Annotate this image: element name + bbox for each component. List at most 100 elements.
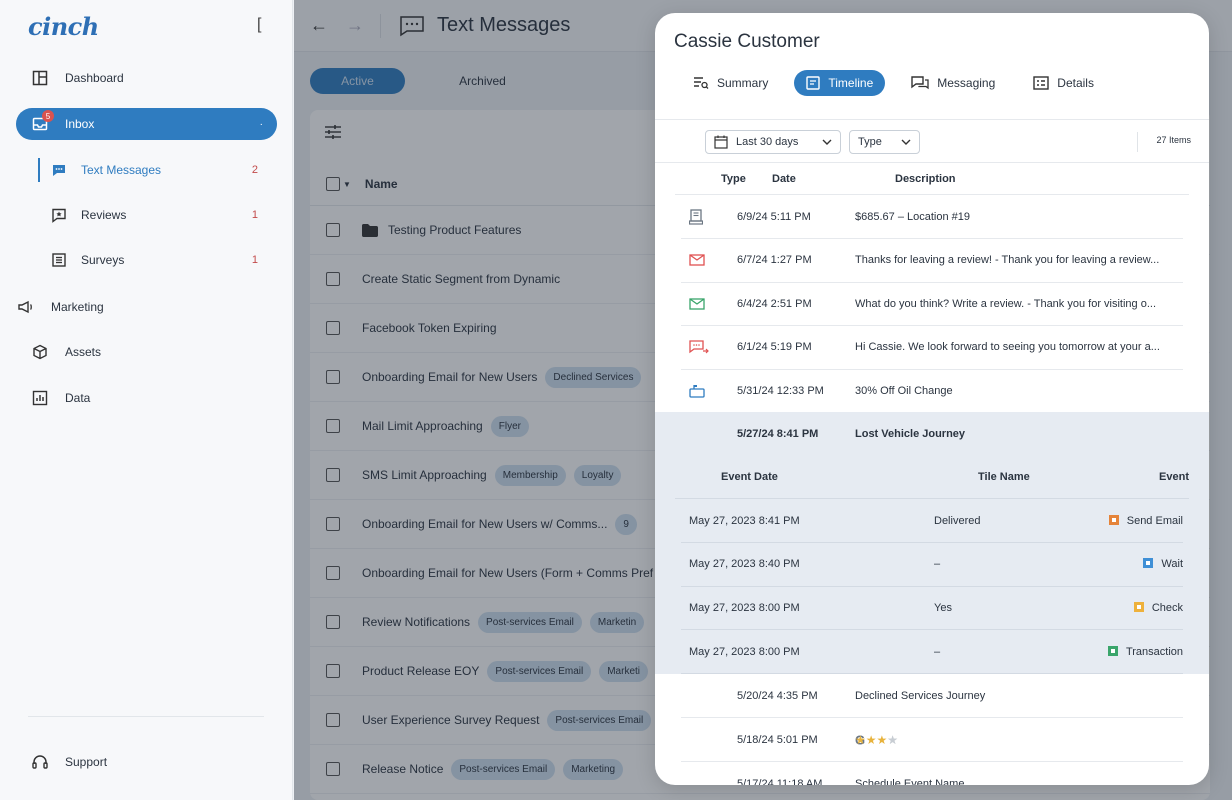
timeline-filter-bar: Last 30 days Type 27 Items — [655, 119, 1209, 163]
app: cinch [ Dashboard Inbox · 5 Text Message… — [0, 0, 1232, 800]
nav-support[interactable]: Support — [16, 746, 277, 778]
event-square-icon — [1107, 645, 1118, 656]
items-count: 27 Items — [1156, 135, 1191, 145]
sidebar: cinch [ Dashboard Inbox · 5 Text Message… — [0, 0, 293, 800]
nav-dashboard[interactable]: Dashboard — [16, 62, 277, 94]
inbox-badge: 5 — [42, 110, 54, 122]
chevron-down-icon — [822, 136, 832, 148]
event-label: Send Email — [1126, 514, 1183, 527]
email-icon — [689, 297, 705, 310]
details-icon — [1033, 76, 1049, 90]
timeline-row[interactable]: 5/17/24 11:18 AM Schedule Event Name — [681, 762, 1183, 786]
column-header-tile-name[interactable]: Tile Name — [978, 471, 1030, 483]
event-type: Send Email — [1108, 514, 1183, 527]
tile-name: – — [934, 558, 941, 571]
column-header-description[interactable]: Description — [895, 173, 956, 185]
tab-summary[interactable]: Summary — [681, 70, 780, 96]
divider — [1137, 132, 1138, 152]
event-type: Check — [1133, 601, 1183, 614]
star-rating: ★★★ ★ ★ — [855, 732, 899, 747]
event-type: Wait — [1143, 558, 1183, 570]
date-range-dropdown[interactable]: Last 30 days — [705, 130, 841, 154]
tile-name: – — [934, 645, 941, 658]
divider — [28, 716, 264, 717]
tab-details[interactable]: Details — [1021, 70, 1106, 96]
collapse-sidebar-icon[interactable]: [ — [257, 16, 261, 34]
sub-count: 1 — [251, 254, 258, 266]
row-description: $685.67 – Location #19 — [855, 210, 970, 223]
row-description: Hi Cassie. We look forward to seeing you… — [855, 341, 1160, 353]
nav-assets[interactable]: Assets — [16, 336, 277, 368]
logo[interactable]: cinch — [28, 12, 99, 41]
timeline-icon — [806, 76, 821, 90]
sub-count: 1 — [251, 209, 258, 221]
cube-icon — [30, 342, 50, 362]
nav-inbox[interactable]: Inbox · — [16, 108, 277, 140]
timeline-row[interactable]: 6/7/24 1:27 PM Thanks for leaving a revie… — [681, 239, 1183, 283]
nav-label: Inbox — [65, 117, 95, 131]
journey-event-row: May 27, 2023 8:41 PM Delivered Send Email — [681, 499, 1183, 543]
sub-label: Text Messages — [81, 163, 162, 177]
more-icon[interactable]: · — [260, 119, 263, 130]
row-date: 6/9/24 5:11 PM — [737, 210, 811, 223]
messaging-icon — [911, 76, 929, 90]
row-description: 30% Off Oil Change — [855, 384, 953, 397]
row-description: Schedule Event Name — [855, 777, 965, 786]
column-header-date[interactable]: Date — [772, 173, 796, 185]
timeline-row[interactable]: 5/31/24 12:33 PM 30% Off Oil Change — [681, 369, 1183, 413]
sidebar-item-text-messages[interactable]: Text Messages 2 — [38, 156, 268, 184]
nav-label: Data — [65, 391, 91, 405]
event-date: May 27, 2023 8:00 PM — [689, 601, 800, 614]
type-dropdown[interactable]: Type — [849, 130, 920, 154]
tab-timeline[interactable]: Timeline — [794, 70, 886, 96]
timeline-row[interactable]: 5/20/24 4:35 PM Declined Services Journey — [681, 674, 1183, 718]
journey-event-row: May 27, 2023 8:40 PM – Wait — [681, 543, 1183, 587]
event-type: Transaction — [1107, 645, 1183, 658]
journey-date: 5/27/24 8:41 PM — [737, 428, 819, 440]
tab-label: Timeline — [828, 76, 874, 90]
row-date: 5/18/24 5:01 PM — [737, 733, 818, 746]
headset-icon — [30, 752, 50, 772]
sub-count: 2 — [251, 164, 258, 176]
sidebar-item-surveys[interactable]: Surveys 1 — [38, 246, 268, 274]
sidebar-item-reviews[interactable]: Reviews 1 — [38, 201, 268, 229]
timeline-row[interactable]: 6/9/24 5:11 PM $685.67 – Location #19 — [681, 195, 1183, 239]
nav-data[interactable]: Data — [16, 382, 277, 414]
tile-name: Yes — [934, 601, 952, 614]
timeline-table-header: Type Date Description — [675, 163, 1189, 195]
mailbox-icon — [689, 384, 705, 398]
nav-label: Assets — [65, 345, 102, 359]
row-date: 6/4/24 2:51 PM — [737, 297, 812, 310]
column-header-event-date[interactable]: Event Date — [721, 471, 778, 483]
journey-events-header: Event Date Tile Name Event — [675, 456, 1189, 499]
column-header-type[interactable]: Type — [721, 173, 746, 185]
dashboard-icon — [30, 68, 50, 88]
row-date: 6/1/24 5:19 PM — [737, 341, 812, 353]
email-icon — [689, 254, 705, 266]
event-label: Wait — [1161, 558, 1183, 571]
timeline-row[interactable]: 6/1/24 5:19 PM Hi Cassie. We look forward… — [681, 326, 1183, 370]
sms-icon — [689, 340, 709, 354]
chart-icon — [30, 388, 50, 408]
tab-label: Details — [1057, 76, 1094, 90]
event-square-icon — [1133, 601, 1144, 612]
customer-name: Cassie Customer — [674, 31, 820, 52]
tab-messaging[interactable]: Messaging — [899, 70, 1007, 96]
row-date: 5/17/24 11:18 AM — [737, 777, 823, 786]
timeline-row[interactable]: 5/18/24 5:01 PM G ★★★ ★ ★ — [681, 718, 1183, 762]
journey-summary[interactable]: 5/27/24 8:41 PM Lost Vehicle Journey — [655, 412, 1209, 456]
event-date: May 27, 2023 8:00 PM — [689, 645, 800, 658]
tab-label: Messaging — [937, 76, 996, 90]
megaphone-icon — [16, 297, 36, 317]
receipt-icon — [689, 208, 703, 225]
summary-icon — [693, 76, 709, 90]
row-description: Declined Services Journey — [855, 689, 986, 702]
journey-name: Lost Vehicle Journey — [855, 428, 966, 440]
expanded-journey-row[interactable]: 5/27/24 8:41 PM Lost Vehicle Journey Eve… — [655, 412, 1209, 675]
timeline-row[interactable]: 6/4/24 2:51 PM What do you think? Write a… — [681, 282, 1183, 326]
tile-name: Delivered — [934, 514, 981, 527]
nav-marketing[interactable]: Marketing — [2, 291, 263, 323]
row-date: 6/7/24 1:27 PM — [737, 254, 812, 266]
calendar-icon — [714, 135, 728, 149]
column-header-event[interactable]: Event — [1159, 471, 1189, 483]
